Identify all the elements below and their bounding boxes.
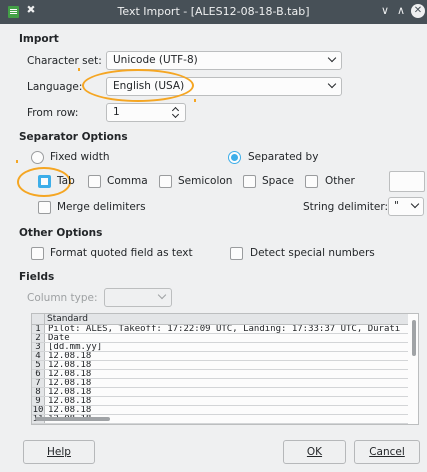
chevron-down-icon: [410, 199, 420, 209]
row-number: 9: [32, 397, 45, 405]
row-cell: Pilot: ALES, Takeoff: 17:22:09 UTC, Land…: [48, 325, 401, 334]
fields-preview-grid[interactable]: Standard 1 Pilot: ALES, Takeoff: 17:22:09…: [31, 313, 419, 425]
chevron-down-icon: [157, 290, 167, 300]
row-number: 3: [32, 343, 45, 351]
row-number: 10: [32, 406, 45, 415]
import-heading: Import: [19, 33, 59, 45]
cancel-button[interactable]: Cancel: [354, 440, 420, 464]
row-number: 7: [32, 379, 45, 387]
other-label: Other: [325, 175, 355, 187]
table-row[interactable]: 4 12.08.18: [32, 352, 408, 361]
table-row[interactable]: 2 Date: [32, 334, 408, 343]
language-highlight: [82, 69, 194, 102]
grid-corner: [32, 314, 45, 325]
string-delimiter-value: ": [394, 200, 399, 212]
charset-combo[interactable]: Unicode (UTF-8): [106, 51, 342, 70]
fromrow-spinner[interactable]: 1: [106, 103, 186, 122]
row-cell: Date: [48, 334, 70, 343]
tab-checkbox[interactable]: [38, 175, 51, 188]
row-cell: 12.08.18: [48, 370, 92, 379]
semicolon-checkbox[interactable]: [159, 175, 172, 188]
row-cell: 12.08.18: [48, 397, 92, 406]
charset-label: Character set:: [27, 55, 102, 67]
fixed-width-label: Fixed width: [50, 151, 110, 163]
annotation-tick: [16, 160, 18, 163]
row-number: 5: [32, 361, 45, 369]
table-row[interactable]: 8 12.08.18: [32, 388, 408, 397]
ok-button[interactable]: OK: [283, 440, 346, 464]
quoted-field-checkbox[interactable]: [31, 247, 44, 260]
window-title: Text Import - [ALES12-08-18-B.tab]: [117, 5, 310, 18]
help-button-label: Help: [47, 446, 71, 458]
space-checkbox[interactable]: [243, 175, 256, 188]
table-row[interactable]: 10 12.08.18: [32, 406, 408, 415]
row-number: 4: [32, 352, 45, 360]
row-number: 6: [32, 370, 45, 378]
table-row[interactable]: 9 12.08.18: [32, 397, 408, 406]
vertical-scrollbar[interactable]: [412, 320, 416, 356]
table-row[interactable]: 7 12.08.18: [32, 379, 408, 388]
language-label: Language:: [27, 81, 83, 93]
row-cell: 12.08.18: [48, 352, 92, 361]
separated-by-label: Separated by: [248, 151, 319, 163]
special-numbers-checkbox[interactable]: [230, 247, 243, 260]
separator-heading: Separator Options: [19, 131, 128, 143]
row-cell: 12.08.18: [48, 379, 92, 388]
annotation-tick: [194, 99, 196, 102]
cancel-button-label: Cancel: [369, 446, 405, 458]
row-number: 8: [32, 388, 45, 396]
table-row[interactable]: 1 Pilot: ALES, Takeoff: 17:22:09 UTC, Lan…: [32, 325, 408, 334]
quoted-field-label: Format quoted field as text: [50, 247, 193, 259]
row-number: 2: [32, 334, 45, 342]
string-delimiter-combo[interactable]: ": [388, 197, 424, 216]
merge-delimiters-label: Merge delimiters: [57, 201, 146, 213]
row-cell: 12.08.18: [48, 388, 92, 397]
string-delimiter-label: String delimiter:: [303, 201, 389, 213]
maximize-icon[interactable]: ∧: [394, 4, 408, 18]
row-cell: 12.08.18: [48, 361, 92, 370]
spin-down-icon[interactable]: [171, 110, 180, 119]
tab-label: Tab: [57, 175, 75, 187]
chevron-down-icon: [327, 79, 337, 89]
ok-button-label: OK: [306, 446, 323, 458]
fields-heading: Fields: [19, 271, 55, 283]
help-button[interactable]: Help: [23, 440, 95, 464]
other-separator-input[interactable]: [389, 171, 425, 192]
table-row[interactable]: 5 12.08.18: [32, 361, 408, 370]
comma-label: Comma: [107, 175, 148, 187]
table-row[interactable]: 3 [dd.mm.yy]: [32, 343, 408, 352]
other-options-heading: Other Options: [19, 227, 103, 239]
row-cell: 12.08.18: [48, 406, 92, 415]
row-number: 1: [32, 325, 45, 333]
title-bar: ✚ Text Import - [ALES12-08-18-B.tab] ∨ ∧…: [0, 0, 427, 24]
fixed-width-radio[interactable]: [31, 151, 44, 164]
charset-value: Unicode (UTF-8): [113, 54, 198, 66]
row-cell: [dd.mm.yy]: [48, 343, 103, 352]
separated-by-radio[interactable]: [228, 151, 241, 164]
other-checkbox[interactable]: [305, 175, 318, 188]
horizontal-scrollbar[interactable]: [35, 417, 110, 421]
fromrow-value: 1: [113, 106, 120, 118]
semicolon-label: Semicolon: [178, 175, 233, 187]
comma-checkbox[interactable]: [88, 175, 101, 188]
column-type-label: Column type:: [27, 292, 98, 304]
space-label: Space: [262, 175, 294, 187]
merge-delimiters-checkbox[interactable]: [38, 201, 51, 214]
fromrow-label: From row:: [27, 107, 79, 119]
special-numbers-label: Detect special numbers: [250, 247, 375, 259]
column-type-combo[interactable]: [104, 288, 172, 307]
chevron-down-icon: [327, 53, 337, 63]
annotation-tick: [78, 68, 80, 71]
table-row[interactable]: 6 12.08.18: [32, 370, 408, 379]
minimize-icon[interactable]: ∨: [378, 4, 392, 18]
close-icon[interactable]: ✕: [411, 4, 425, 18]
column-header[interactable]: Standard: [45, 314, 408, 325]
